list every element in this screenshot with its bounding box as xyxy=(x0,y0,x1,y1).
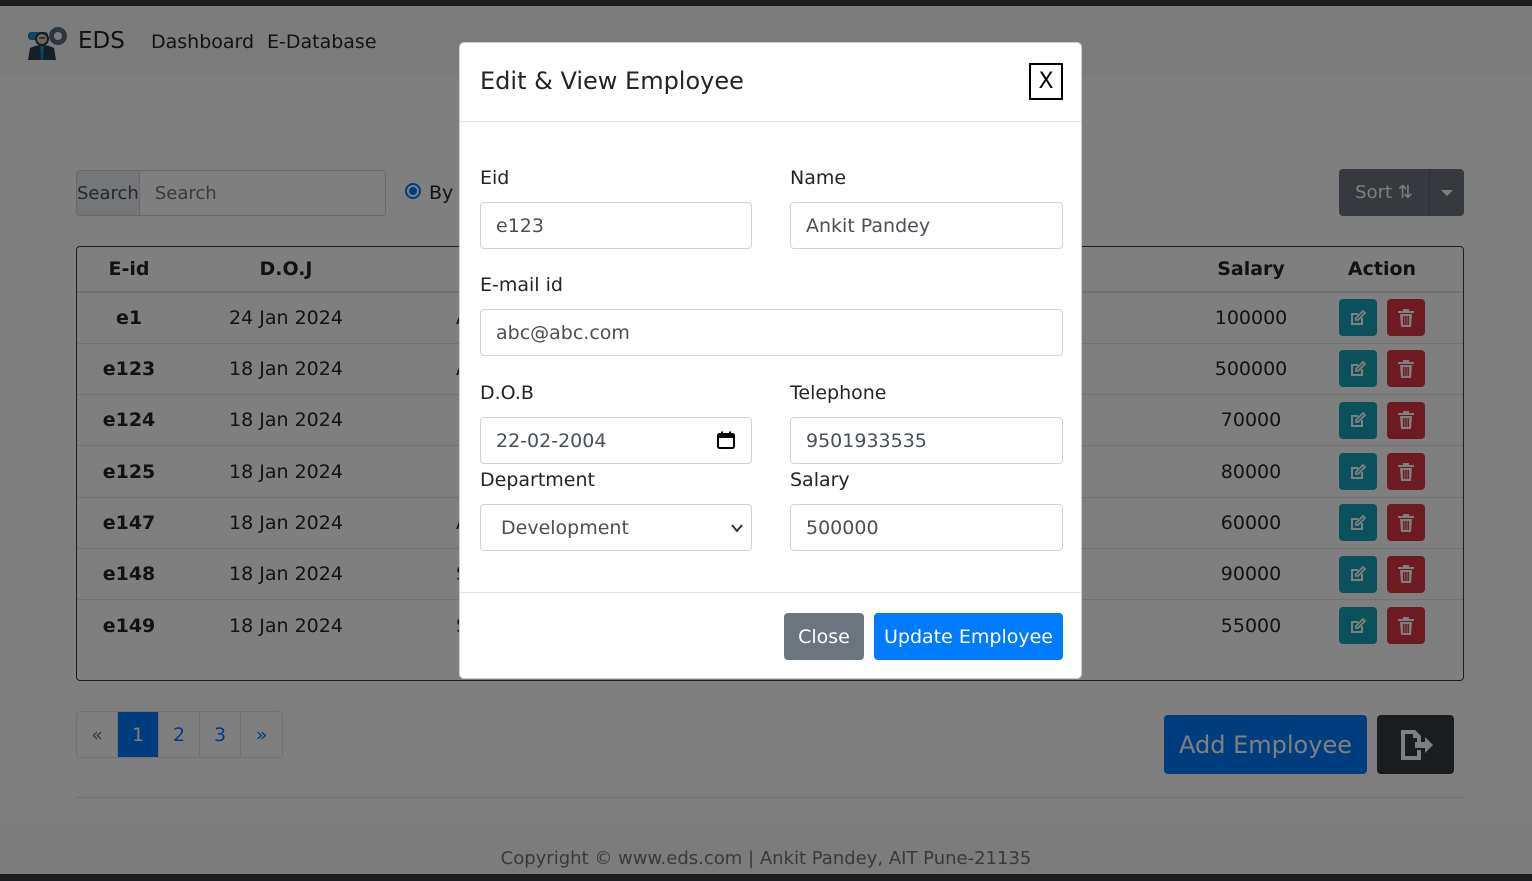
dob-value: 22-02-2004 xyxy=(496,429,607,452)
salary-input[interactable]: 500000 xyxy=(790,504,1063,551)
department-label: Department xyxy=(480,469,595,491)
department-select[interactable]: Development xyxy=(480,504,752,551)
dob-input[interactable]: 22-02-2004 xyxy=(480,417,752,464)
modal-footer: Close Update Employee xyxy=(460,592,1081,680)
salary-label: Salary xyxy=(790,469,850,491)
calendar-icon[interactable] xyxy=(717,431,735,449)
eid-input[interactable]: e123 xyxy=(480,202,752,249)
modal-title: Edit & View Employee xyxy=(480,67,744,95)
modal-header: Edit & View Employee X xyxy=(460,43,1081,122)
name-label: Name xyxy=(790,167,847,189)
eid-label: Eid xyxy=(480,167,510,189)
edit-employee-modal: Edit & View Employee X Eid e123 Name Ank… xyxy=(459,42,1082,679)
dob-label: D.O.B xyxy=(480,382,534,404)
chevron-down-icon xyxy=(731,524,743,533)
close-button[interactable]: Close xyxy=(784,613,864,660)
update-employee-button[interactable]: Update Employee xyxy=(874,613,1063,660)
telephone-label: Telephone xyxy=(790,382,887,404)
email-input[interactable]: abc@abc.com xyxy=(480,309,1063,356)
modal-close-x-button[interactable]: X xyxy=(1029,63,1063,100)
department-value: Development xyxy=(501,516,629,539)
name-input[interactable]: Ankit Pandey xyxy=(790,202,1063,249)
email-label: E-mail id xyxy=(480,274,563,296)
telephone-input[interactable]: 9501933535 xyxy=(790,417,1063,464)
